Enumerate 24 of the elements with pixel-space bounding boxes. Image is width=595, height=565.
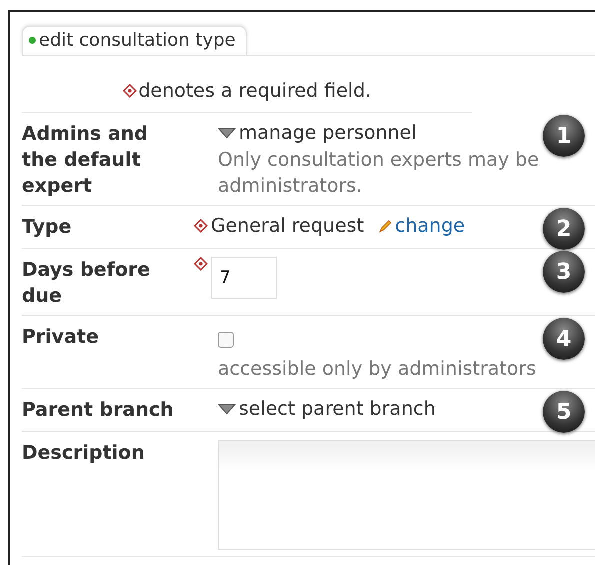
callout-badge: 3	[543, 251, 585, 293]
required-note: denotes a required field.	[138, 80, 372, 102]
callout-badge: 1	[543, 115, 585, 157]
private-checkbox[interactable]	[218, 332, 234, 348]
days-input-field[interactable]: 7	[211, 257, 277, 299]
field-label: Admins and the default expert	[22, 122, 150, 199]
hint-text: accessible only by administrators	[218, 357, 536, 382]
callout-badge: 4	[543, 318, 585, 360]
field-label: Parent branch	[22, 398, 175, 423]
tab[interactable]: edit consultation type	[22, 26, 247, 55]
field-label: Days before due	[22, 258, 152, 309]
required-icon	[122, 84, 137, 98]
field-label: Description	[22, 441, 146, 466]
field-label: Private	[22, 325, 100, 350]
field-label: Type	[22, 215, 73, 240]
type-value: General request	[211, 214, 364, 238]
callout-badge: 2	[543, 208, 585, 250]
hint-text: Only consultation experts may be administrators.	[218, 148, 540, 199]
change-link[interactable]: change	[395, 215, 466, 237]
dropdown-caret-icon	[218, 128, 236, 138]
dropdown-caret-icon	[218, 404, 236, 414]
pencil-icon	[378, 219, 392, 233]
description-textarea[interactable]	[218, 440, 595, 550]
callout-badge: 5	[543, 391, 585, 433]
